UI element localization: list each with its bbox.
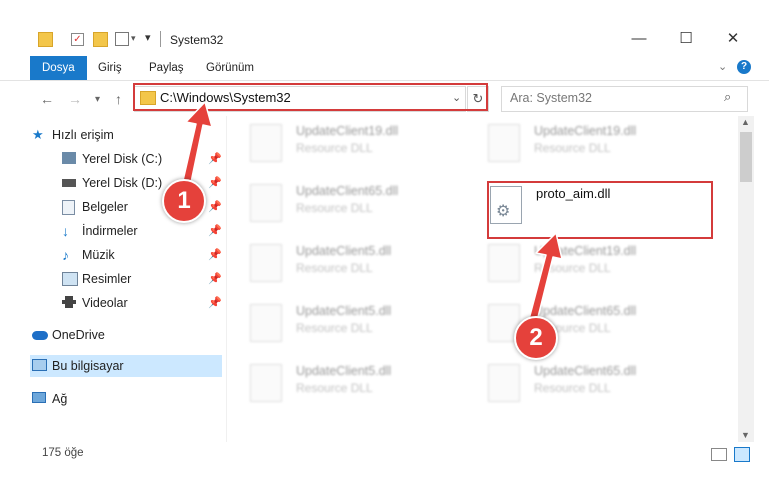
annotation-arrows xyxy=(181,101,563,326)
callout-badge-one: 1 xyxy=(162,179,206,223)
arrow-two xyxy=(527,232,563,326)
callout-badge-two: 2 xyxy=(514,316,558,360)
arrow-one xyxy=(181,101,213,188)
